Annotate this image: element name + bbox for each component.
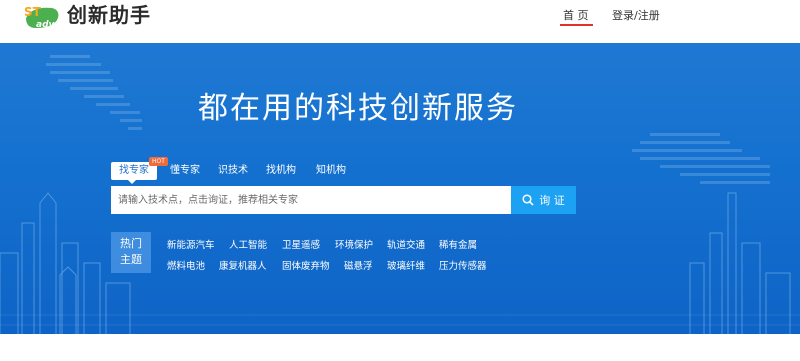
hot-topics-label: 热门 主题 <box>111 232 151 273</box>
topic-maglev[interactable]: 磁悬浮 <box>344 258 373 272</box>
tab-find-institution[interactable]: 找机构 <box>262 162 300 180</box>
active-tab-pointer <box>128 180 136 184</box>
top-header: ST adv 创新助手 首 页 登录/注册 <box>0 0 800 43</box>
nav-active-indicator <box>560 24 593 26</box>
tab-identify-tech[interactable]: 识技术 <box>214 162 252 180</box>
topic-environmental-protection[interactable]: 环境保护 <box>335 237 373 251</box>
logo-text: ST <box>24 5 42 19</box>
topic-rail-transit[interactable]: 轨道交通 <box>387 237 425 251</box>
logo-sub-text: adv <box>36 20 56 30</box>
topic-new-energy-vehicles[interactable]: 新能源汽车 <box>167 237 215 251</box>
search-input[interactable] <box>111 186 511 214</box>
nav-login-link[interactable]: 登录/注册 <box>612 7 660 23</box>
topic-rare-metals[interactable]: 稀有金属 <box>439 237 477 251</box>
brand-name[interactable]: 创新助手 <box>67 3 151 27</box>
topic-satellite-remote-sensing[interactable]: 卫星遥感 <box>282 237 320 251</box>
topic-solid-waste[interactable]: 固体废弃物 <box>282 258 330 272</box>
search-button-label: 询 证 <box>539 194 565 207</box>
tab-know-institution[interactable]: 知机构 <box>312 162 350 180</box>
hero-banner: 都在用的科技创新服务 找专家 HOT 懂专家 识技术 找机构 知机构 询 证 热… <box>0 43 800 334</box>
nav-home-link[interactable]: 首 页 <box>563 7 589 23</box>
topic-fuel-cell[interactable]: 燃料电池 <box>167 258 205 272</box>
topic-glass-fiber[interactable]: 玻璃纤维 <box>387 258 425 272</box>
hot-topics-label-line1: 热门 <box>120 237 142 250</box>
hero-title: 都在用的科技创新服务 <box>198 91 518 126</box>
topic-artificial-intelligence[interactable]: 人工智能 <box>229 237 267 251</box>
search-icon <box>522 194 534 206</box>
st-logo-icon[interactable]: ST adv <box>22 2 62 32</box>
search-button[interactable]: 询 证 <box>511 186 576 214</box>
topic-rehab-robot[interactable]: 康复机器人 <box>219 258 267 272</box>
hot-topics-label-line2: 主题 <box>120 253 142 266</box>
topic-pressure-sensor[interactable]: 压力传感器 <box>439 258 487 272</box>
tab-know-expert[interactable]: 懂专家 <box>165 162 205 180</box>
page-bottom-strip <box>0 334 800 361</box>
